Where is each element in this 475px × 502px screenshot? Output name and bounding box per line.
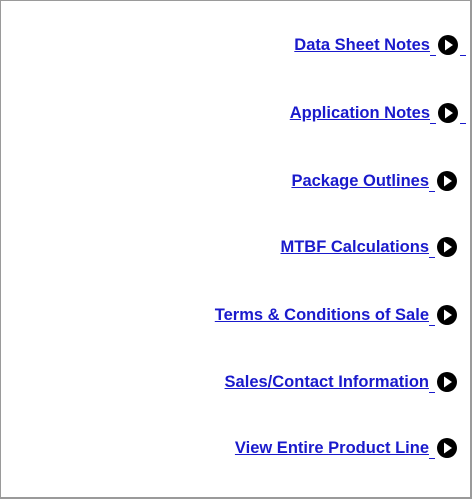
link-row-data-sheet-notes[interactable]: Data Sheet Notes <box>294 31 466 59</box>
data-sheet-notes-link[interactable]: Data Sheet Notes <box>294 36 430 55</box>
arrow-right-circle-icon[interactable] <box>436 304 458 326</box>
package-outlines-link[interactable]: Package Outlines <box>291 172 429 191</box>
link-row-view-product-line[interactable]: View Entire Product Line <box>235 434 458 462</box>
link-row-application-notes[interactable]: Application Notes <box>290 99 466 127</box>
arrow-right-circle-icon[interactable] <box>436 371 458 393</box>
view-product-line-link[interactable]: View Entire Product Line <box>235 439 429 458</box>
sales-contact-link[interactable]: Sales/Contact Information <box>225 373 429 392</box>
mtbf-calculations-link[interactable]: MTBF Calculations <box>280 238 429 257</box>
link-row-sales-contact[interactable]: Sales/Contact Information <box>225 368 458 396</box>
arrow-right-circle-icon[interactable] <box>437 102 459 124</box>
application-notes-link[interactable]: Application Notes <box>290 104 430 123</box>
terms-conditions-link[interactable]: Terms & Conditions of Sale <box>215 306 429 325</box>
links-panel: Data Sheet Notes Application Notes Packa… <box>0 0 472 499</box>
link-row-package-outlines[interactable]: Package Outlines <box>291 167 458 195</box>
link-row-mtbf-calculations[interactable]: MTBF Calculations <box>280 233 458 261</box>
arrow-right-circle-icon[interactable] <box>436 236 458 258</box>
arrow-right-circle-icon[interactable] <box>437 34 459 56</box>
arrow-right-circle-icon[interactable] <box>436 437 458 459</box>
link-row-terms-conditions[interactable]: Terms & Conditions of Sale <box>215 301 458 329</box>
arrow-right-circle-icon[interactable] <box>436 170 458 192</box>
